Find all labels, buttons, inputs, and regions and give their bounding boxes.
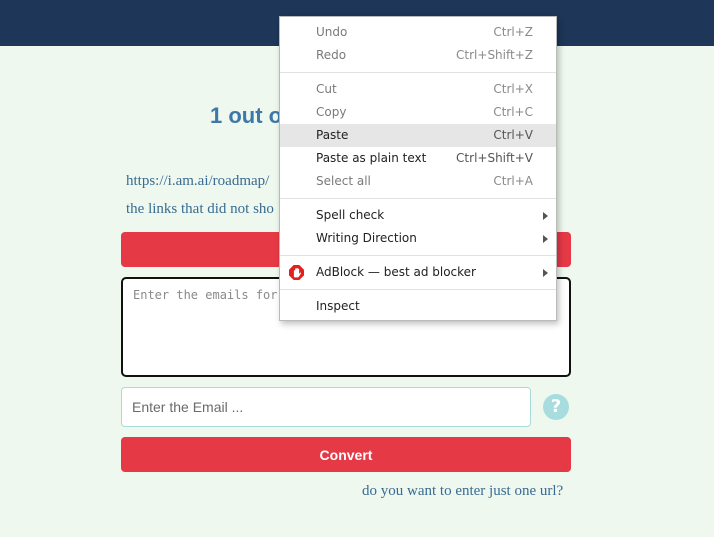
page-heading: 1 out o bbox=[210, 103, 283, 128]
menu-item-paste[interactable]: Paste Ctrl+V bbox=[280, 124, 556, 147]
menu-item-label: Spell check bbox=[316, 208, 385, 222]
menu-item-select-all[interactable]: Select all Ctrl+A bbox=[280, 170, 556, 193]
menu-item-shortcut: Ctrl+Shift+V bbox=[456, 151, 533, 165]
menu-item-label: Inspect bbox=[316, 299, 360, 313]
menu-item-inspect[interactable]: Inspect bbox=[280, 295, 556, 318]
menu-item-shortcut: Ctrl+Shift+Z bbox=[456, 48, 533, 62]
menu-item-spell-check[interactable]: Spell check bbox=[280, 204, 556, 227]
menu-item-label: Cut bbox=[316, 82, 337, 96]
menu-item-label: Writing Direction bbox=[316, 231, 417, 245]
menu-item-label: Paste as plain text bbox=[316, 151, 427, 165]
single-url-link[interactable]: do you want to enter just one url? bbox=[362, 483, 563, 500]
menu-item-label: AdBlock — best ad blocker bbox=[316, 265, 476, 279]
menu-item-writing-direction[interactable]: Writing Direction bbox=[280, 227, 556, 250]
menu-item-shortcut: Ctrl+A bbox=[493, 174, 533, 188]
menu-item-undo[interactable]: Undo Ctrl+Z bbox=[280, 21, 556, 44]
menu-item-label: Redo bbox=[316, 48, 347, 62]
menu-item-shortcut: Ctrl+V bbox=[493, 128, 533, 142]
menu-item-copy[interactable]: Copy Ctrl+C bbox=[280, 101, 556, 124]
description-text-line-1: https://i.am.ai/roadmap/ bbox=[126, 173, 270, 189]
context-menu: Undo Ctrl+Z Redo Ctrl+Shift+Z Cut Ctrl+X… bbox=[279, 16, 557, 321]
menu-item-shortcut: Ctrl+Z bbox=[493, 25, 533, 39]
email-input[interactable] bbox=[121, 387, 531, 427]
menu-item-label: Paste bbox=[316, 128, 349, 142]
menu-item-label: Copy bbox=[316, 105, 347, 119]
chevron-right-icon bbox=[543, 212, 548, 220]
menu-item-redo[interactable]: Redo Ctrl+Shift+Z bbox=[280, 44, 556, 67]
menu-item-adblock[interactable]: AdBlock — best ad blocker bbox=[280, 261, 556, 284]
menu-item-shortcut: Ctrl+C bbox=[493, 105, 533, 119]
menu-item-shortcut: Ctrl+X bbox=[493, 82, 533, 96]
menu-item-label: Select all bbox=[316, 174, 371, 188]
menu-separator bbox=[280, 255, 556, 256]
description-text-line-2: the links that did not sho bbox=[126, 201, 274, 217]
chevron-right-icon bbox=[543, 235, 548, 243]
menu-separator bbox=[280, 289, 556, 290]
menu-item-label: Undo bbox=[316, 25, 348, 39]
adblock-hand-icon bbox=[289, 265, 304, 280]
convert-button[interactable]: Convert bbox=[121, 437, 571, 472]
chevron-right-icon bbox=[543, 269, 548, 277]
menu-separator bbox=[280, 72, 556, 73]
menu-item-paste-plain[interactable]: Paste as plain text Ctrl+Shift+V bbox=[280, 147, 556, 170]
menu-item-cut[interactable]: Cut Ctrl+X bbox=[280, 78, 556, 101]
menu-separator bbox=[280, 198, 556, 199]
help-icon[interactable]: ? bbox=[543, 394, 569, 420]
